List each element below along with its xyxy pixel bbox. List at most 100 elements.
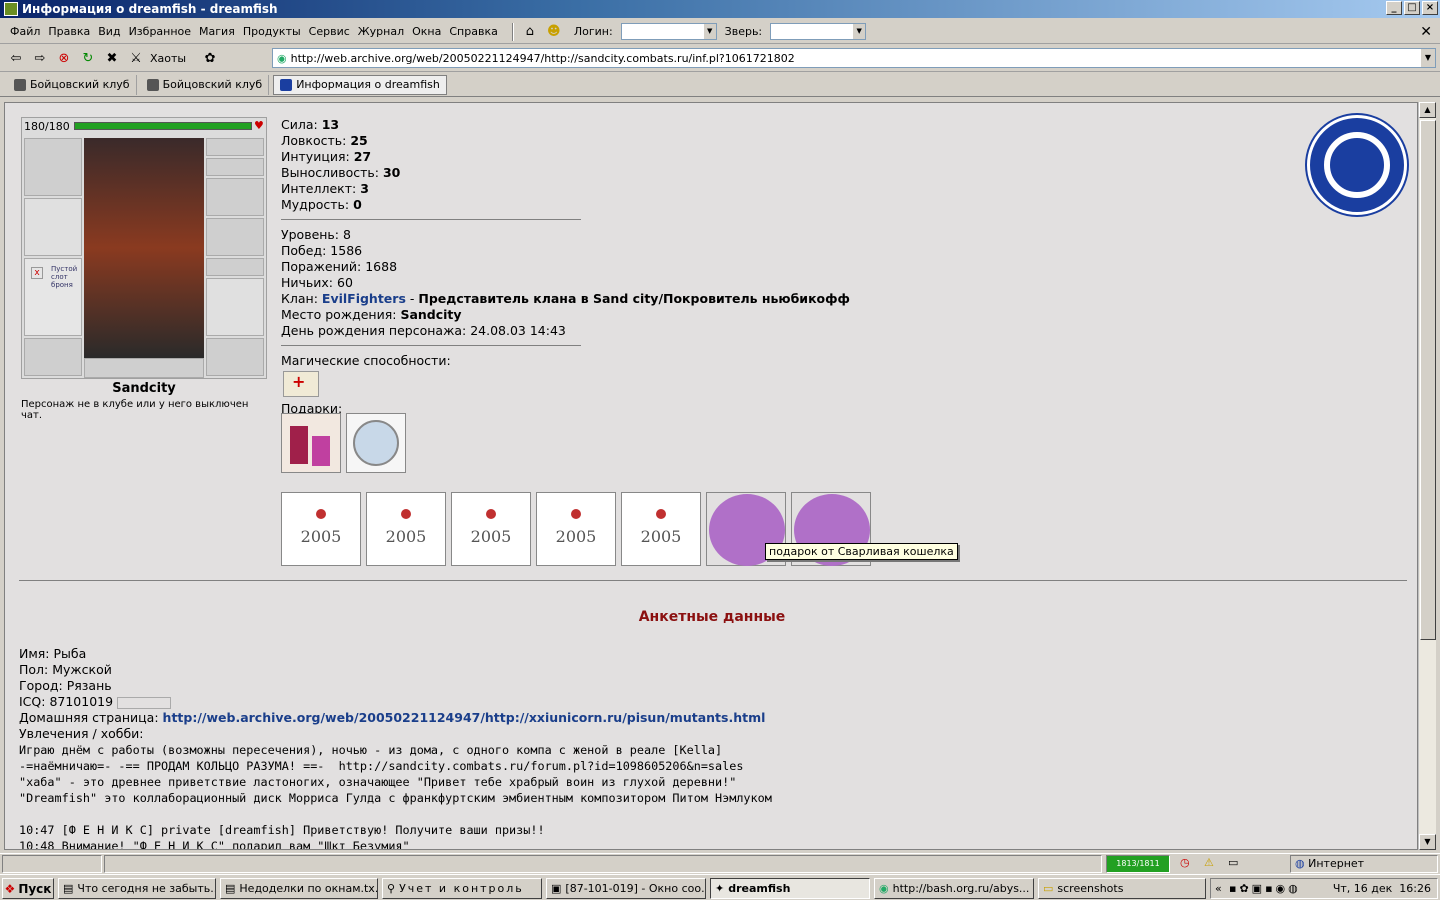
menu-help[interactable]: Справка (449, 25, 497, 38)
ring-slots[interactable] (84, 358, 204, 378)
stop-icon[interactable]: ⊗ (54, 49, 74, 69)
task-icq-window[interactable]: ▣ [87-101-019] - Окно соо... (546, 878, 706, 899)
plugin-icon[interactable]: ✿ (200, 49, 220, 69)
menu-magic[interactable]: Магия (199, 25, 235, 38)
task-screenshots[interactable]: ▭ screenshots (1038, 878, 1206, 899)
clan-emblem[interactable] (1307, 115, 1407, 215)
window-titlebar: Информация о dreamfish - dreamfish _ □ × (0, 0, 1440, 18)
task-label: Что сегодня не забыть... (77, 882, 216, 895)
beast-combo[interactable]: ▼ (770, 23, 867, 40)
smiley-icon[interactable]: ☻ (544, 22, 564, 42)
status-bar: 1813/1811 ◷ ⚠ ▭ ◍ Интернет (0, 853, 1440, 873)
stat-value: 3 (360, 181, 369, 196)
stat-birthplace: Место рождения: Sandcity (281, 307, 850, 323)
gift-2005-3[interactable]: 2005 (451, 492, 531, 566)
stat-intellect: Интеллект: 3 (281, 181, 850, 197)
menu-journal[interactable]: Журнал (358, 25, 404, 38)
menu-edit[interactable]: Правка (48, 25, 90, 38)
maximize-button[interactable]: □ (1404, 1, 1420, 15)
menu-windows[interactable]: Окна (412, 25, 441, 38)
forward-icon[interactable]: ⇨ (30, 49, 50, 69)
info-icon (280, 78, 293, 91)
gift-year: 2005 (300, 527, 342, 546)
tab-fightclub-1[interactable]: Бойцовский клуб (8, 74, 137, 95)
refresh-icon[interactable]: ↻ (78, 49, 98, 69)
progress-text: 1813/1811 (1116, 859, 1160, 868)
close-toolbar-icon[interactable]: ✕ (1420, 24, 1432, 40)
status-main (2, 855, 102, 873)
earrings-slot[interactable] (206, 138, 264, 156)
progress-indicator: 1813/1811 (1106, 855, 1170, 873)
stat-strength: Сила: 13 (281, 117, 850, 133)
profile-icq: ICQ: 87101019 (19, 694, 772, 710)
amulet-slot[interactable] (206, 158, 264, 176)
belt-slot[interactable] (24, 338, 82, 376)
login-combo[interactable]: ▼ (620, 23, 717, 40)
stat-label: Ничьих: (281, 275, 334, 290)
menu-file[interactable]: Файл (10, 25, 40, 38)
scroll-up-icon[interactable]: ▲ (1419, 102, 1436, 118)
task-dreamfish[interactable]: ✦ dreamfish (710, 878, 870, 899)
armor-slot[interactable]: x Пустой слот броня (24, 258, 82, 336)
task-notes[interactable]: ▤ Что сегодня не забыть... (58, 878, 216, 899)
back-icon[interactable]: ⇦ (6, 49, 26, 69)
tray-icons[interactable]: ▪✿▣▪◉◍ (1229, 882, 1301, 895)
gift-year: 2005 (555, 527, 597, 546)
stat-value: 1688 (365, 259, 398, 274)
tab-dreamfish-info[interactable]: Информация о dreamfish (273, 74, 447, 95)
shield-slot[interactable] (206, 278, 264, 336)
scroll-thumb[interactable] (1420, 120, 1436, 640)
scroll-down-icon[interactable]: ▼ (1419, 834, 1436, 850)
gift-candles[interactable] (281, 413, 341, 473)
gift-2005-2[interactable]: 2005 (366, 492, 446, 566)
stat-endurance: Выносливость: 30 (281, 165, 850, 181)
zone-panel: ◍ Интернет (1290, 855, 1438, 873)
menu-products[interactable]: Продукты (243, 25, 301, 38)
chevron-down-icon[interactable]: ▼ (1421, 49, 1435, 67)
tray-expand-icon[interactable]: « (1215, 882, 1222, 895)
minimize-button[interactable]: _ (1386, 1, 1402, 15)
close-window-button[interactable]: × (1422, 1, 1438, 15)
task-label: Недоделки по окнам.tx... (239, 882, 378, 895)
gift-2005-4[interactable]: 2005 (536, 492, 616, 566)
vertical-scrollbar[interactable]: ▲ ▼ (1418, 102, 1436, 850)
clan-separator: - (405, 291, 419, 306)
clan-link[interactable]: EvilFighters (322, 291, 406, 306)
heart-icon: ♥ (254, 119, 264, 132)
warning-icon: ⚠ (1204, 856, 1214, 869)
tools-icon[interactable]: ✖ (102, 49, 122, 69)
tab-fightclub-2[interactable]: Бойцовский клуб (141, 74, 270, 95)
gift-snowglobe[interactable] (346, 413, 406, 473)
clock[interactable]: Чт, 16 дек 16:26 (1333, 882, 1431, 895)
stat-value: 27 (353, 149, 372, 164)
chaos-button[interactable]: Хаоты (150, 52, 186, 65)
boots-slot[interactable] (206, 338, 264, 376)
address-input[interactable]: http://web.archive.org/web/2005022112494… (291, 52, 795, 65)
hp-text: 180/180 (24, 120, 70, 133)
menu-view[interactable]: Вид (98, 25, 120, 38)
gift-2005-5[interactable]: 2005 (621, 492, 701, 566)
stat-value: 25 (350, 133, 368, 148)
stat-label: Выносливость: (281, 165, 379, 180)
healing-scroll-icon[interactable]: + (283, 371, 319, 397)
character-city: Sandcity (112, 381, 176, 396)
rings-row-slot[interactable] (206, 258, 264, 276)
weapon-slot[interactable] (24, 198, 82, 256)
helmet-slot[interactable] (24, 138, 82, 196)
home-icon[interactable]: ⌂ (520, 22, 540, 42)
gift-year: 2005 (470, 527, 512, 546)
start-button[interactable]: ❖ Пуск (2, 878, 54, 899)
address-bar[interactable]: ◉ http://web.archive.org/web/20050221124… (272, 48, 1436, 68)
task-todo[interactable]: ▤ Недоделки по окнам.tx... (220, 878, 378, 899)
task-bash[interactable]: ◉ http://bash.org.ru/abys... (874, 878, 1034, 899)
bracers-slot[interactable] (206, 178, 264, 216)
task-accounting[interactable]: ⚲ Учет и контроль (382, 878, 542, 899)
chevron-down-icon: ▼ (853, 24, 866, 39)
gift-2005-1[interactable]: 2005 (281, 492, 361, 566)
gloves-slot[interactable] (206, 218, 264, 256)
homepage-link[interactable]: http://web.archive.org/web/2005022112494… (163, 710, 766, 725)
chaos-icon[interactable]: ⚔ (126, 49, 146, 69)
menu-service[interactable]: Сервис (309, 25, 350, 38)
stat-draws: Ничьих: 60 (281, 275, 850, 291)
menu-favorites[interactable]: Избранное (129, 25, 191, 38)
